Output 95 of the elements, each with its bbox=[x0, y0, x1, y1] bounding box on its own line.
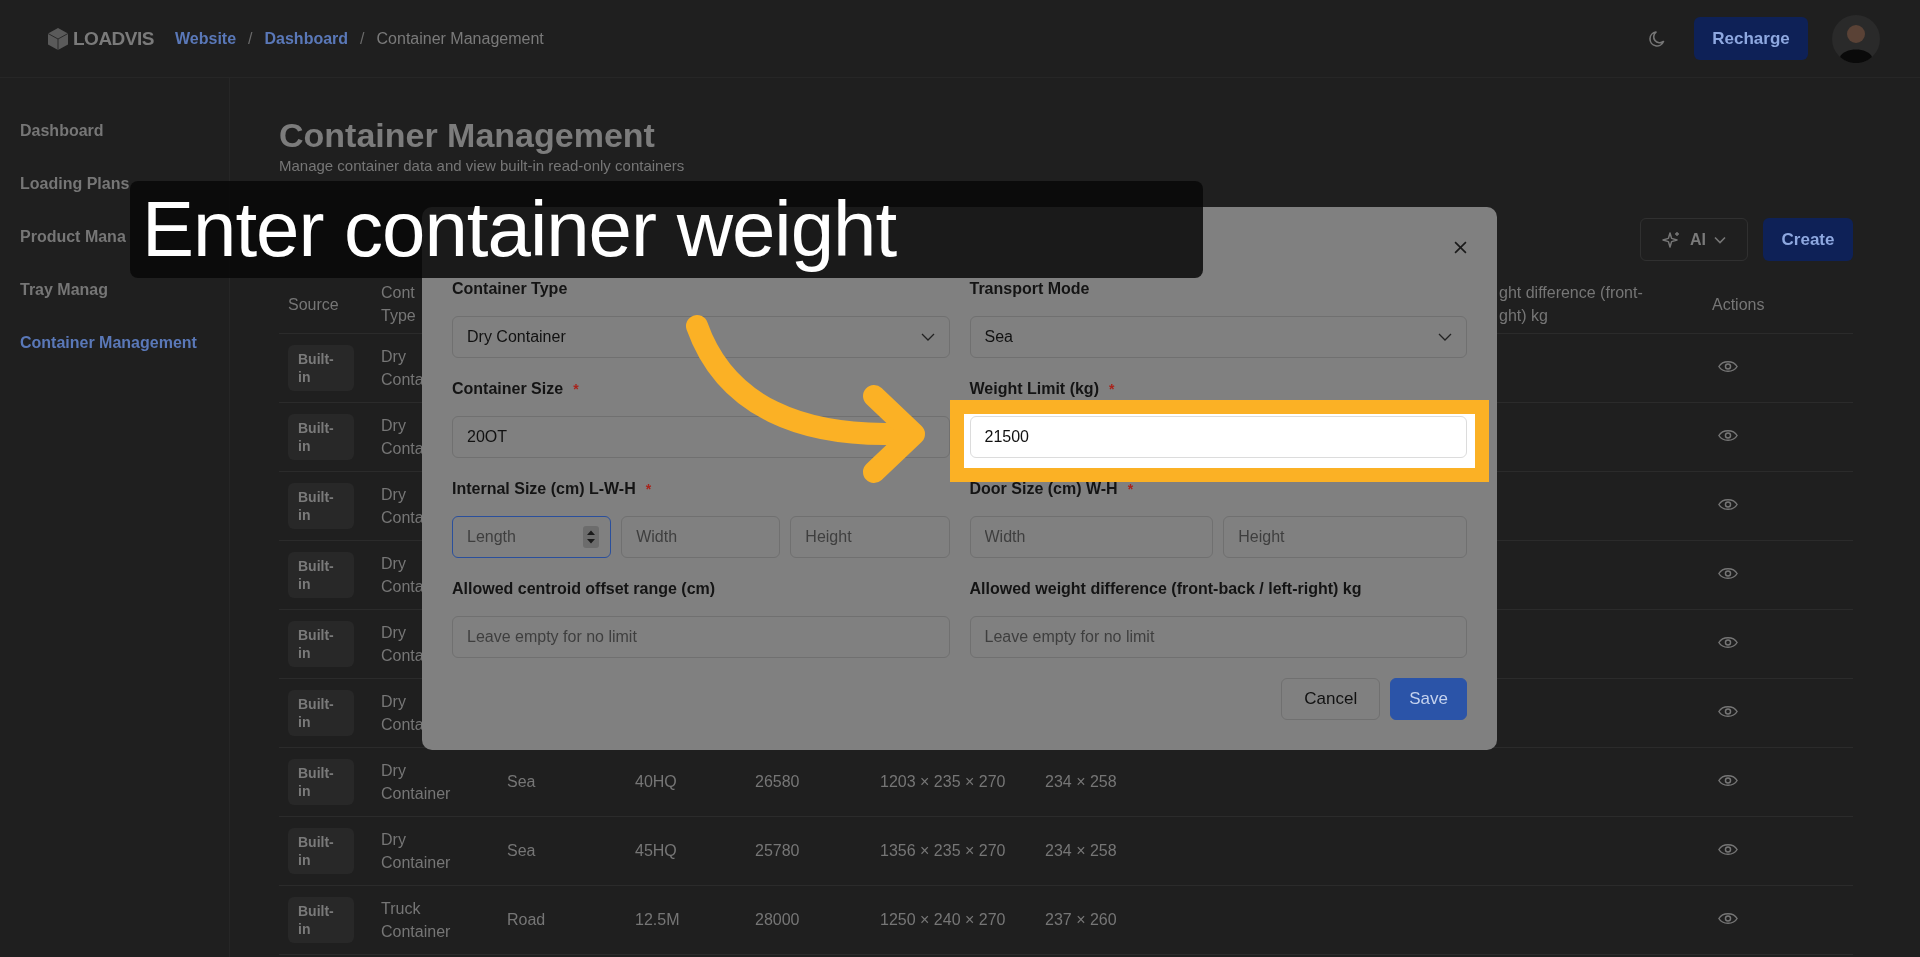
table-cell: 28000 bbox=[755, 911, 800, 928]
field-label: Container Type bbox=[452, 280, 568, 298]
text-field[interactable]: 21500 bbox=[969, 416, 1467, 458]
field-label: Transport Mode bbox=[969, 280, 1090, 298]
recharge-button[interactable]: Recharge bbox=[1694, 17, 1808, 60]
table-cell-text: Dry Container bbox=[381, 830, 451, 873]
save-button[interactable]: Save bbox=[1390, 678, 1467, 720]
column-header: Source bbox=[288, 295, 339, 313]
cube-logo-icon bbox=[47, 26, 69, 51]
avatar-icon[interactable] bbox=[1832, 14, 1880, 63]
source-badge: Built-in bbox=[288, 759, 354, 805]
required-mark: * bbox=[1127, 481, 1134, 497]
table-cell-text: Dry Conta bbox=[381, 485, 424, 528]
ai-dropdown-button[interactable]: AI bbox=[1640, 218, 1748, 261]
sidebar-item[interactable]: Product Mana bbox=[20, 227, 126, 247]
eye-icon[interactable] bbox=[1718, 636, 1738, 649]
eye-icon[interactable] bbox=[1718, 360, 1738, 373]
chevron-down-icon bbox=[1714, 235, 1726, 244]
logo-text: LOADVIS bbox=[73, 27, 154, 50]
eye-icon[interactable] bbox=[1718, 567, 1738, 580]
create-button[interactable]: Create bbox=[1763, 218, 1853, 261]
spinner-icon[interactable] bbox=[583, 526, 600, 548]
eye-icon[interactable] bbox=[1718, 705, 1738, 718]
table-cell: Sea bbox=[507, 842, 536, 859]
source-badge: Built-in bbox=[288, 828, 354, 874]
table-cell: Sea bbox=[507, 773, 536, 790]
sidebar-item[interactable]: Dashboard bbox=[20, 121, 104, 141]
number-field[interactable]: Width bbox=[969, 516, 1214, 558]
number-field[interactable]: Height bbox=[790, 516, 950, 558]
required-mark: * bbox=[1108, 381, 1115, 397]
close-icon[interactable] bbox=[1454, 241, 1467, 254]
field-label: Weight Limit (kg) bbox=[969, 380, 1099, 398]
table-cell: 234 × 258 bbox=[1045, 773, 1117, 790]
text-field[interactable]: Leave empty for no limit bbox=[452, 616, 950, 658]
breadcrumb-separator: / bbox=[360, 29, 365, 48]
table-cell: 40HQ bbox=[635, 773, 677, 790]
select-field[interactable]: Sea bbox=[969, 316, 1467, 358]
chevron-down-icon bbox=[1438, 333, 1452, 341]
sidebar-item[interactable]: Container Management bbox=[20, 333, 197, 353]
eye-icon[interactable] bbox=[1718, 912, 1738, 925]
table-cell: 45HQ bbox=[635, 842, 677, 859]
page-subtitle: Manage container data and view built-in read-only containers bbox=[279, 156, 686, 176]
table-cell-text: Dry Conta bbox=[381, 623, 424, 666]
breadcrumb-link[interactable]: Dashboard bbox=[264, 29, 349, 48]
table-cell-text: Dry Conta bbox=[381, 347, 424, 390]
source-badge: Built-in bbox=[288, 345, 354, 391]
page-title: Container Management bbox=[279, 115, 656, 156]
required-mark: * bbox=[645, 481, 652, 497]
eye-icon[interactable] bbox=[1718, 774, 1738, 787]
column-header: Cont Type bbox=[381, 283, 416, 326]
table-cell: 237 × 260 bbox=[1045, 911, 1117, 928]
column-header: ght difference (front- ght) kg bbox=[1499, 283, 1644, 326]
tutorial-caption: Enter container weight bbox=[130, 181, 1203, 278]
table-cell: 26580 bbox=[755, 773, 800, 790]
select-field[interactable]: Dry Container bbox=[452, 316, 950, 358]
field-label: Allowed centroid offset range (cm) bbox=[452, 580, 716, 598]
chevron-down-icon bbox=[920, 333, 935, 341]
table-cell-text: Dry Conta bbox=[381, 554, 424, 597]
required-mark: * bbox=[573, 381, 579, 397]
table-cell: 234 × 258 bbox=[1045, 842, 1117, 859]
eye-icon[interactable] bbox=[1718, 498, 1738, 511]
breadcrumb-current: Container Management bbox=[376, 29, 544, 48]
number-field[interactable]: Width bbox=[621, 516, 781, 558]
table-cell-text: Dry Container bbox=[381, 761, 451, 804]
table-cell-text: Dry Conta bbox=[381, 692, 424, 735]
number-field[interactable]: Length bbox=[452, 516, 612, 558]
table-cell: 25780 bbox=[755, 842, 800, 859]
table-cell: 1356 × 235 × 270 bbox=[880, 842, 1006, 859]
breadcrumb-link[interactable]: Website bbox=[175, 29, 237, 48]
source-badge: Built-in bbox=[288, 414, 354, 460]
source-badge: Built-in bbox=[288, 552, 354, 598]
table-cell: 1203 × 235 × 270 bbox=[880, 773, 1006, 790]
number-field[interactable]: Height bbox=[1223, 516, 1467, 558]
source-badge: Built-in bbox=[288, 690, 354, 736]
field-label: Internal Size (cm) L-W-H bbox=[452, 480, 636, 498]
sidebar-item[interactable]: Tray Manag bbox=[20, 280, 109, 300]
sidebar-item[interactable]: Loading Plans bbox=[20, 174, 130, 194]
eye-icon[interactable] bbox=[1718, 429, 1738, 442]
cancel-button[interactable]: Cancel bbox=[1281, 678, 1381, 720]
source-badge: Built-in bbox=[288, 621, 354, 667]
field-label: Container Size bbox=[452, 380, 564, 398]
field-label: Door Size (cm) W-H bbox=[969, 480, 1118, 498]
breadcrumb-separator: / bbox=[248, 29, 253, 48]
source-badge: Built-in bbox=[288, 897, 354, 943]
field-label: Allowed weight difference (front-back / left-right) kg bbox=[969, 580, 1362, 598]
table-cell-text: Dry Conta bbox=[381, 416, 424, 459]
table-cell: 1250 × 240 × 270 bbox=[880, 911, 1006, 928]
table-cell-text: Truck Container bbox=[381, 899, 451, 942]
source-badge: Built-in bbox=[288, 483, 354, 529]
column-header: Actions bbox=[1712, 295, 1765, 313]
sparkle-icon bbox=[1662, 229, 1682, 250]
eye-icon[interactable] bbox=[1718, 843, 1738, 856]
table-cell: Road bbox=[507, 911, 546, 928]
table-cell: 12.5M bbox=[635, 911, 680, 928]
text-field[interactable]: Leave empty for no limit bbox=[969, 616, 1467, 658]
